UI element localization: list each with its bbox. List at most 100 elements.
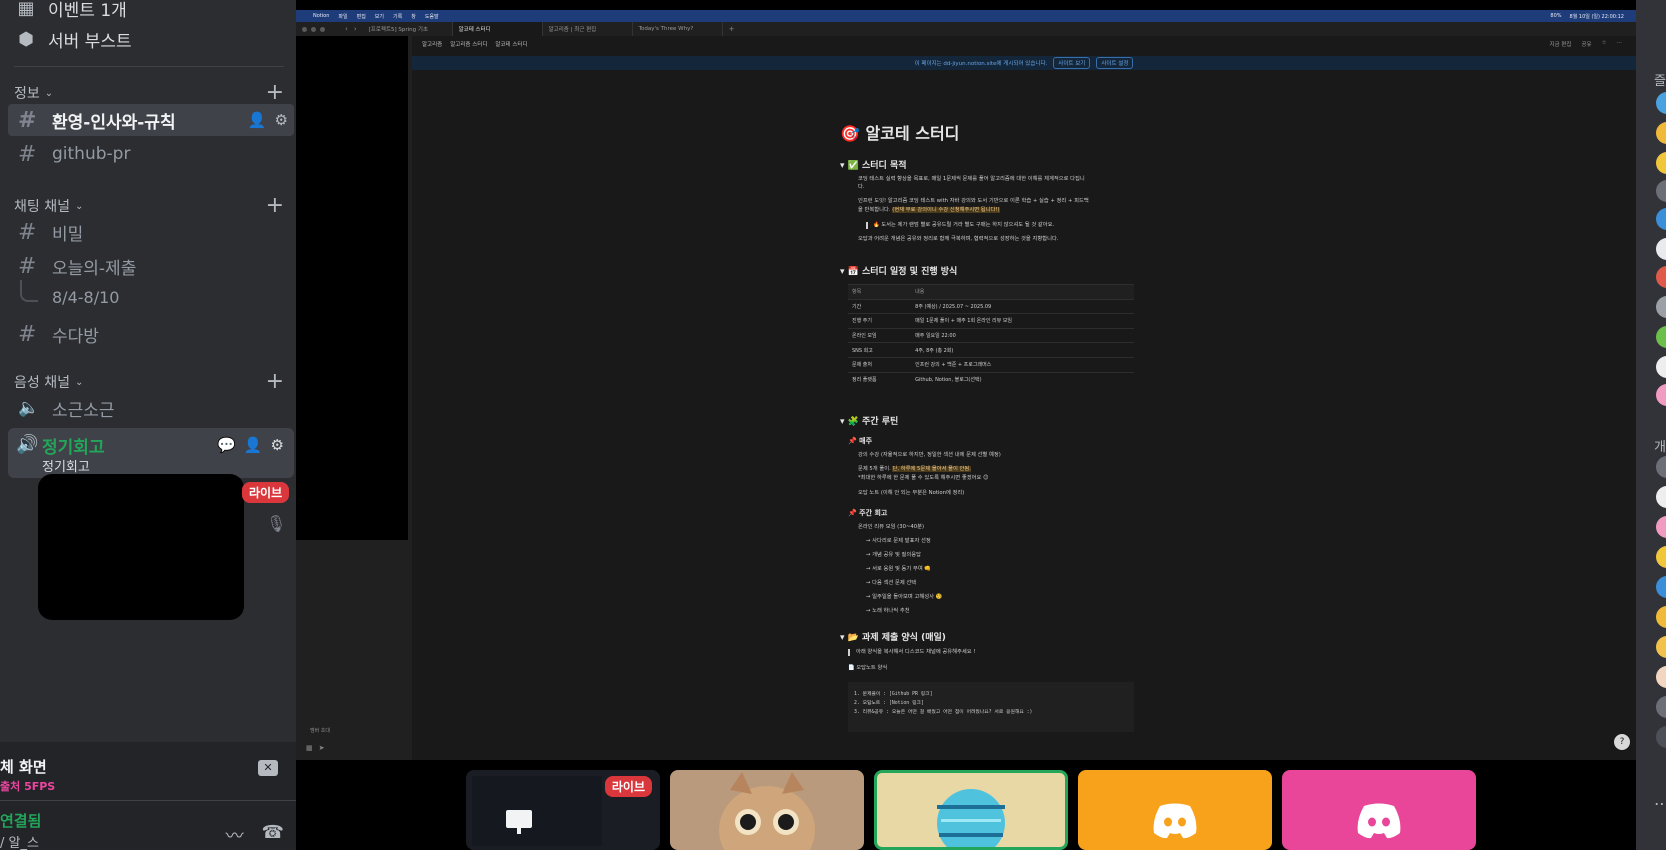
gear-icon[interactable]: ⚙ xyxy=(271,436,284,454)
participant-tile-default[interactable] xyxy=(1282,770,1476,850)
avatar[interactable] xyxy=(1656,326,1666,348)
avatar[interactable] xyxy=(1656,636,1666,658)
chat-bubble-icon[interactable]: 💬 xyxy=(217,436,236,454)
edit-status: 지금 편집 xyxy=(1549,42,1572,48)
sub-item: → 사다리로 문제 발표자 선정 xyxy=(866,538,931,544)
avatar[interactable] xyxy=(1656,546,1666,568)
sidebar-divider xyxy=(14,66,284,67)
sub-item: → 노래 하나씩 추천 xyxy=(866,608,910,614)
avatar[interactable] xyxy=(1656,726,1666,748)
hash-icon: # xyxy=(18,219,37,245)
noise-suppression-icon[interactable]: 〰 xyxy=(226,822,244,848)
avatar[interactable] xyxy=(1656,122,1666,144)
gear-icon[interactable]: ⚙ xyxy=(275,111,288,129)
more-icon[interactable]: ⋯ xyxy=(1654,794,1666,813)
avatar[interactable] xyxy=(1656,180,1666,202)
help-icon: ? xyxy=(1614,734,1630,750)
publish-banner: 이 페이지는 dd-jiyun.notion.site에 게시되어 있습니다. … xyxy=(412,56,1636,70)
channel-talk[interactable]: # 수다방 xyxy=(8,318,294,350)
avatar[interactable] xyxy=(1656,576,1666,598)
code-block: 1. 문제풀이 : [Github PR 링크] 2. 오답노트 : [Noti… xyxy=(848,682,1134,732)
channel-github[interactable]: # github-pr xyxy=(8,138,294,170)
menu-item: 파일 xyxy=(338,13,348,20)
connection-sub: / 알_스 xyxy=(0,836,39,850)
stop-share-icon[interactable]: ✕ xyxy=(258,760,278,776)
voice-channel-quiet-label: 소근소근 xyxy=(52,400,115,421)
star-icon: ☆ xyxy=(1601,40,1607,46)
category-info[interactable]: 정보 ⌄ + xyxy=(14,82,284,104)
banner-text: 이 페이지는 dd-jiyun.notion.site에 게시되어 있습니다. xyxy=(914,61,1048,67)
section-submission: ▾ 📂 과제 제출 양식 (매일) xyxy=(840,633,946,643)
stream-view: Notion 파일 편집 보기 기록 창 도움말 80% 8월 10일 (일) … xyxy=(296,0,1636,850)
participant-tile-default[interactable] xyxy=(1078,770,1272,850)
live-stream-preview[interactable] xyxy=(38,474,244,620)
disconnect-icon[interactable]: ☎ xyxy=(262,822,284,848)
avatar[interactable] xyxy=(1656,666,1666,688)
avatar[interactable] xyxy=(1656,606,1666,628)
hash-icon: # xyxy=(18,107,37,133)
category-voice[interactable]: 음성 채널 ⌄ + xyxy=(14,371,284,393)
redacted-area xyxy=(296,36,408,540)
menu-item: 도움말 xyxy=(424,13,439,20)
avatar[interactable] xyxy=(1656,238,1666,260)
invite-icon[interactable]: 👤 xyxy=(248,111,267,129)
add-channel-icon[interactable]: + xyxy=(266,371,284,393)
add-channel-icon[interactable]: + xyxy=(266,195,284,217)
subheading-weekly: 📌 주간 회고 xyxy=(848,509,888,517)
speaker-on-icon: 🔊 xyxy=(16,434,39,455)
section-purpose: ▾ ✅ 스터디 목적 xyxy=(840,161,907,171)
add-channel-icon[interactable]: + xyxy=(266,82,284,104)
avatar[interactable] xyxy=(1656,486,1666,508)
avatar[interactable] xyxy=(1656,384,1666,406)
avatar[interactable] xyxy=(1656,152,1666,174)
avatar[interactable] xyxy=(1656,516,1666,538)
hash-icon: # xyxy=(18,253,37,279)
bullet: 오답과 어려운 개념은 공유와 정리로 함께 극복하며, 협력적으로 성장하는 … xyxy=(858,236,1059,242)
voice-channel-regular-label: 정기회고 xyxy=(42,438,105,458)
subheading-daily: 📌 매주 xyxy=(848,437,873,445)
channel-welcome[interactable]: # 환영-인사와-규칙 👤 ⚙ xyxy=(8,104,294,136)
avatar[interactable] xyxy=(1656,696,1666,718)
avatar[interactable] xyxy=(1656,92,1666,114)
sub-item: → 다음 섹션 문제 선택 xyxy=(866,580,917,586)
clock-label: 8월 10일 (일) 22:00:12 xyxy=(1569,13,1624,20)
sphere-avatar-icon xyxy=(937,789,1005,847)
page-actions: 지금 편집 공유 ☆ ⋯ xyxy=(1549,40,1622,48)
menu-item: 기록 xyxy=(393,13,403,20)
calendar-icon: ▦ xyxy=(306,744,313,752)
invite-icon[interactable]: 👤 xyxy=(244,436,263,454)
voice-channel-regular[interactable]: 🔊 정기회고 정기회고 💬 👤 ⚙ xyxy=(8,428,294,478)
bullet: 온라인 리뷰 모임 (30~40분) xyxy=(858,524,925,530)
avatar[interactable] xyxy=(1656,356,1666,378)
thread-label: 8/4-8/10 xyxy=(52,288,120,307)
section-label: 개 xyxy=(1654,440,1666,455)
events-label: 이벤트 1개 xyxy=(48,1,127,21)
hash-icon: # xyxy=(18,321,37,347)
avatar[interactable] xyxy=(1656,266,1666,288)
table-row: 정리 플랫폼 Github, Notion, 블로그(선택) xyxy=(848,371,1134,387)
server-boost-item[interactable]: ⬢ 서버 부스트 xyxy=(16,27,131,52)
cat-avatar-icon xyxy=(719,772,815,850)
events-item[interactable]: ▦ 이벤트 1개 xyxy=(16,0,127,21)
avatar[interactable] xyxy=(1656,296,1666,318)
voice-channel-quiet[interactable]: 🔈 소근소근 xyxy=(8,392,294,424)
menu-item: 보기 xyxy=(374,13,384,20)
channel-secret[interactable]: # 비밀 xyxy=(8,216,294,248)
participant-tile-cat[interactable] xyxy=(670,770,864,850)
page-link: 📄 오답노트 양식 xyxy=(848,665,888,671)
participant-tile-speaking[interactable] xyxy=(874,770,1068,850)
table-row: 기간 8주 (예상) / 2025.07 ~ 2025.09 xyxy=(848,298,1134,314)
thread-item[interactable]: 8/4-8/10 xyxy=(20,279,120,307)
channel-submit-label: 오늘의-제출 xyxy=(52,258,137,279)
table-row: 문제 출처 인프런 강의 + 백준 + 프로그래머스 xyxy=(848,356,1134,373)
category-chat[interactable]: 채팅 채널 ⌄ + xyxy=(14,195,284,217)
avatar[interactable] xyxy=(1656,456,1666,478)
avatar[interactable] xyxy=(1656,208,1666,230)
participant-tile-stream[interactable]: 라이브 xyxy=(466,770,660,850)
table-row: SNS 회고 4주, 8주 (총 2회) xyxy=(848,342,1134,358)
section-routine: ▾ 🧩 주간 루틴 xyxy=(840,417,899,427)
discord-logo-icon xyxy=(1153,803,1197,839)
channel-submit[interactable]: # 오늘의-제출 xyxy=(8,250,294,282)
boost-icon: ⬢ xyxy=(18,29,34,50)
back-icon: ‹ xyxy=(345,25,348,33)
